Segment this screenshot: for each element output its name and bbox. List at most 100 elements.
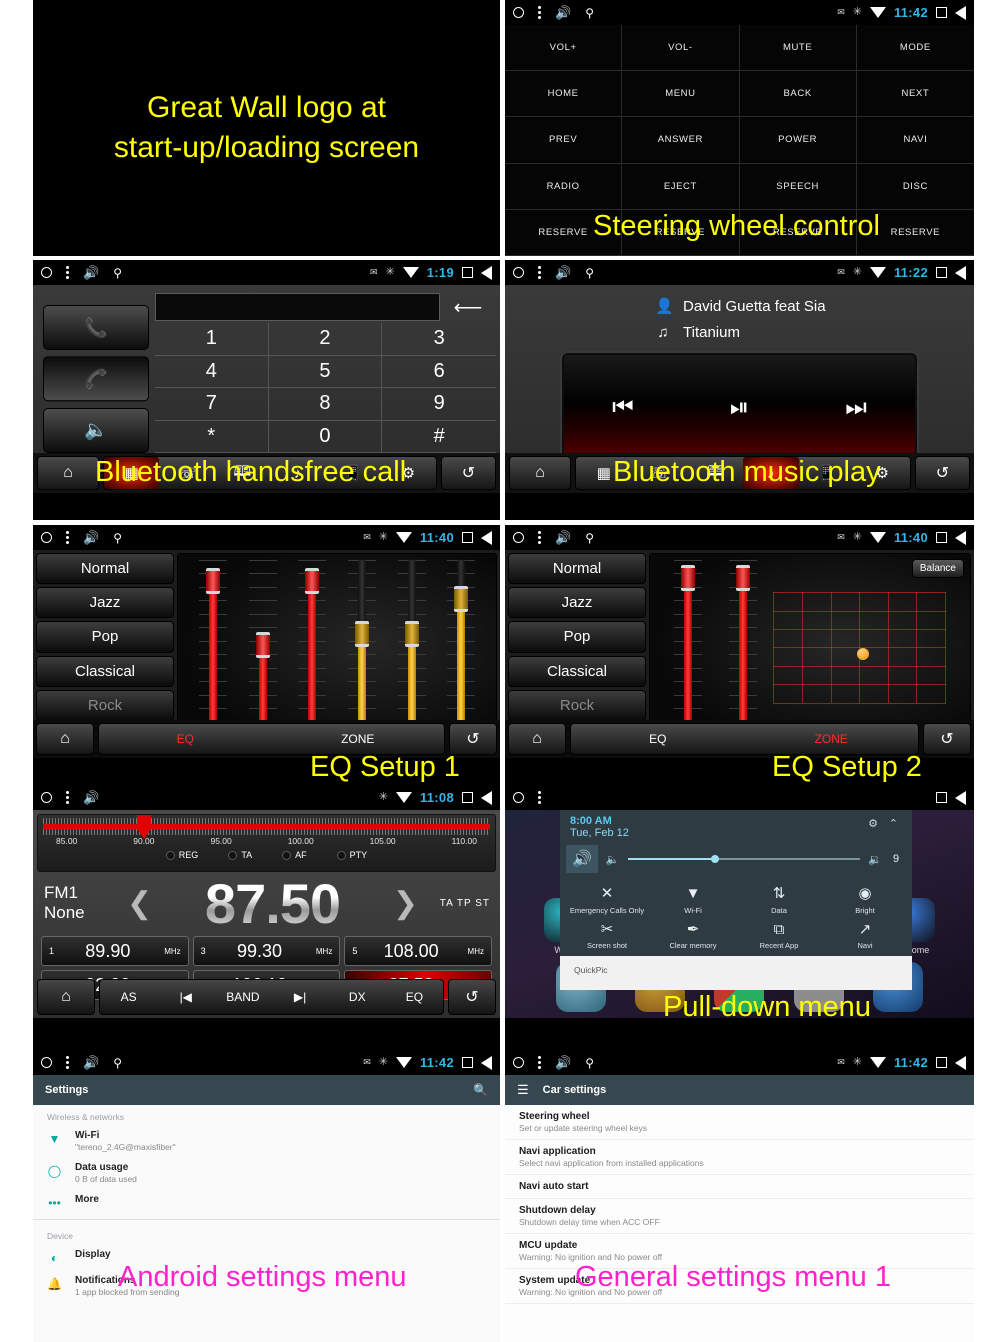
slider-knob[interactable] xyxy=(205,568,220,595)
rds-ta[interactable]: TA xyxy=(228,850,252,860)
dialpad-key[interactable]: 8 xyxy=(268,388,383,421)
dialpad-key[interactable]: 0 xyxy=(268,420,383,453)
eq-preset-rock[interactable]: Rock xyxy=(508,689,646,721)
speaker-icon[interactable]: 🔊 xyxy=(555,1056,571,1069)
steering-key[interactable]: VOL- xyxy=(622,25,740,72)
radio-tool-dx[interactable]: DX xyxy=(329,990,386,1004)
back-triangle-icon[interactable] xyxy=(955,530,966,545)
back-arrow-icon[interactable]: ↺ xyxy=(915,456,970,490)
slider-knob[interactable] xyxy=(735,564,750,591)
car-settings-row[interactable]: Navi auto start xyxy=(505,1175,974,1199)
dialpad-key[interactable]: 7 xyxy=(155,388,269,421)
overflow-dots-icon[interactable] xyxy=(66,266,69,279)
steering-key[interactable]: NAVI xyxy=(856,117,974,164)
overflow-dots-icon[interactable] xyxy=(538,531,541,544)
eq-preset-classical[interactable]: Classical xyxy=(36,655,174,687)
chevron-left-icon[interactable]: ❮ xyxy=(123,886,156,921)
overflow-dots-icon[interactable] xyxy=(538,1056,541,1069)
dialpad-key[interactable]: 1 xyxy=(155,323,269,356)
dialpad-key[interactable]: 2 xyxy=(268,323,383,356)
back-triangle-icon[interactable] xyxy=(481,790,492,805)
wifi-off-icon[interactable]: ▼ Wi-Fi xyxy=(650,883,736,915)
tab-eq[interactable]: EQ xyxy=(99,732,272,746)
search-icon[interactable]: 🔍 xyxy=(473,1083,488,1097)
settings-row[interactable]: ▼ Wi-Fi "tereno_2.4G@maxisfiber" xyxy=(33,1125,500,1157)
slider-knob[interactable] xyxy=(680,564,695,591)
steering-key[interactable]: EJECT xyxy=(622,163,740,210)
square-icon[interactable] xyxy=(936,532,947,543)
steering-key[interactable]: NEXT xyxy=(856,71,974,118)
circle-icon[interactable] xyxy=(513,532,524,543)
overflow-dots-icon[interactable] xyxy=(538,6,541,19)
eq-preset-classical[interactable]: Classical xyxy=(508,655,646,687)
tab-zone[interactable]: ZONE xyxy=(745,732,919,746)
square-icon[interactable] xyxy=(936,1057,947,1068)
eq-preset-rock[interactable]: Rock xyxy=(36,689,174,721)
dialpad-key[interactable]: 9 xyxy=(382,388,496,421)
navigation-icon[interactable]: ↗ Navi xyxy=(822,919,908,951)
square-icon[interactable] xyxy=(936,267,947,278)
rds-pty[interactable]: PTY xyxy=(336,850,367,860)
next-track-icon[interactable]: ⏭ xyxy=(845,394,867,422)
scissors-icon[interactable]: ✂ Screen shot xyxy=(564,919,650,951)
slider-knob[interactable] xyxy=(255,631,270,658)
home-icon[interactable]: ⌂ xyxy=(508,723,566,755)
dialpad-key[interactable]: 6 xyxy=(382,356,496,388)
phone-hangup-icon[interactable]: 📞 xyxy=(43,356,149,402)
circle-icon[interactable] xyxy=(41,532,52,543)
radio-preset[interactable]: 5 108.00 MHz xyxy=(344,936,492,966)
car-settings-row[interactable]: Steering wheel Set or update steering whe… xyxy=(505,1105,974,1140)
phone-answer-icon[interactable]: 📞 xyxy=(43,305,149,351)
dialpad-key[interactable]: 3 xyxy=(382,323,496,356)
back-triangle-icon[interactable] xyxy=(955,5,966,20)
slider-knob[interactable] xyxy=(354,621,369,648)
radio-tool-[interactable]: ▶| xyxy=(272,990,329,1004)
data-icon[interactable]: ⇅ Data xyxy=(736,883,822,915)
square-icon[interactable] xyxy=(936,7,947,18)
settings-gear-icon[interactable]: ⚙ xyxy=(868,817,878,830)
radio-tool-[interactable]: |◀ xyxy=(157,990,214,1004)
broom-icon[interactable]: ✒ Clear memory xyxy=(650,919,736,951)
steering-key[interactable]: BACK xyxy=(739,71,857,118)
tab-eq[interactable]: EQ xyxy=(571,732,745,746)
chevron-right-icon[interactable]: ❯ xyxy=(389,886,422,921)
home-icon[interactable]: ⌂ xyxy=(509,456,571,490)
overflow-dots-icon[interactable] xyxy=(66,531,69,544)
square-icon[interactable] xyxy=(462,1057,473,1068)
car-settings-row[interactable]: Navi application Select navi application … xyxy=(505,1140,974,1175)
radio-tool-band[interactable]: BAND xyxy=(214,990,271,1004)
rds-reg[interactable]: REG xyxy=(165,850,198,860)
steering-key[interactable]: HOME xyxy=(505,71,623,118)
speaker-icon[interactable]: 🔊 xyxy=(83,531,99,544)
radio-tool-eq[interactable]: EQ xyxy=(386,990,443,1004)
back-triangle-icon[interactable] xyxy=(955,1055,966,1070)
radio-preset[interactable]: 1 89.90 MHz xyxy=(41,936,189,966)
notification-item[interactable]: QuickPic xyxy=(560,956,912,990)
square-icon[interactable] xyxy=(462,792,473,803)
eq-preset-pop[interactable]: Pop xyxy=(36,621,174,653)
eq-preset-jazz[interactable]: Jazz xyxy=(508,587,646,619)
back-triangle-icon[interactable] xyxy=(955,265,966,280)
back-arrow-icon[interactable]: ↺ xyxy=(441,456,496,490)
hamburger-icon[interactable]: ☰ xyxy=(517,1082,529,1098)
signal-off-icon[interactable]: ✕ Emergency Calls Only xyxy=(564,883,650,915)
steering-key[interactable]: MODE xyxy=(856,25,974,72)
speaker-icon[interactable]: 🔊 xyxy=(83,1056,99,1069)
square-icon[interactable] xyxy=(936,792,947,803)
back-arrow-icon[interactable]: ↺ xyxy=(923,723,971,755)
dialpad-key[interactable]: * xyxy=(155,420,269,453)
steering-key[interactable]: PREV xyxy=(505,117,623,164)
steering-key[interactable]: DISC xyxy=(856,164,974,210)
speaker-icon[interactable]: 🔊 xyxy=(555,531,571,544)
square-icon[interactable] xyxy=(462,267,473,278)
dialpad-key[interactable]: 5 xyxy=(268,355,383,388)
backspace-arrow-icon[interactable]: ⟵ xyxy=(440,291,496,323)
slider-knob[interactable] xyxy=(404,621,419,648)
radio-tool-as[interactable]: AS xyxy=(100,990,157,1004)
speaker-transfer-icon[interactable]: 🔈 xyxy=(43,407,149,453)
home-icon[interactable]: ⌂ xyxy=(37,456,99,490)
speaker-icon[interactable]: 🔊 xyxy=(83,791,99,804)
steering-key[interactable]: MENU xyxy=(622,71,740,118)
back-triangle-icon[interactable] xyxy=(481,530,492,545)
balance-fader-pad[interactable] xyxy=(757,562,962,730)
